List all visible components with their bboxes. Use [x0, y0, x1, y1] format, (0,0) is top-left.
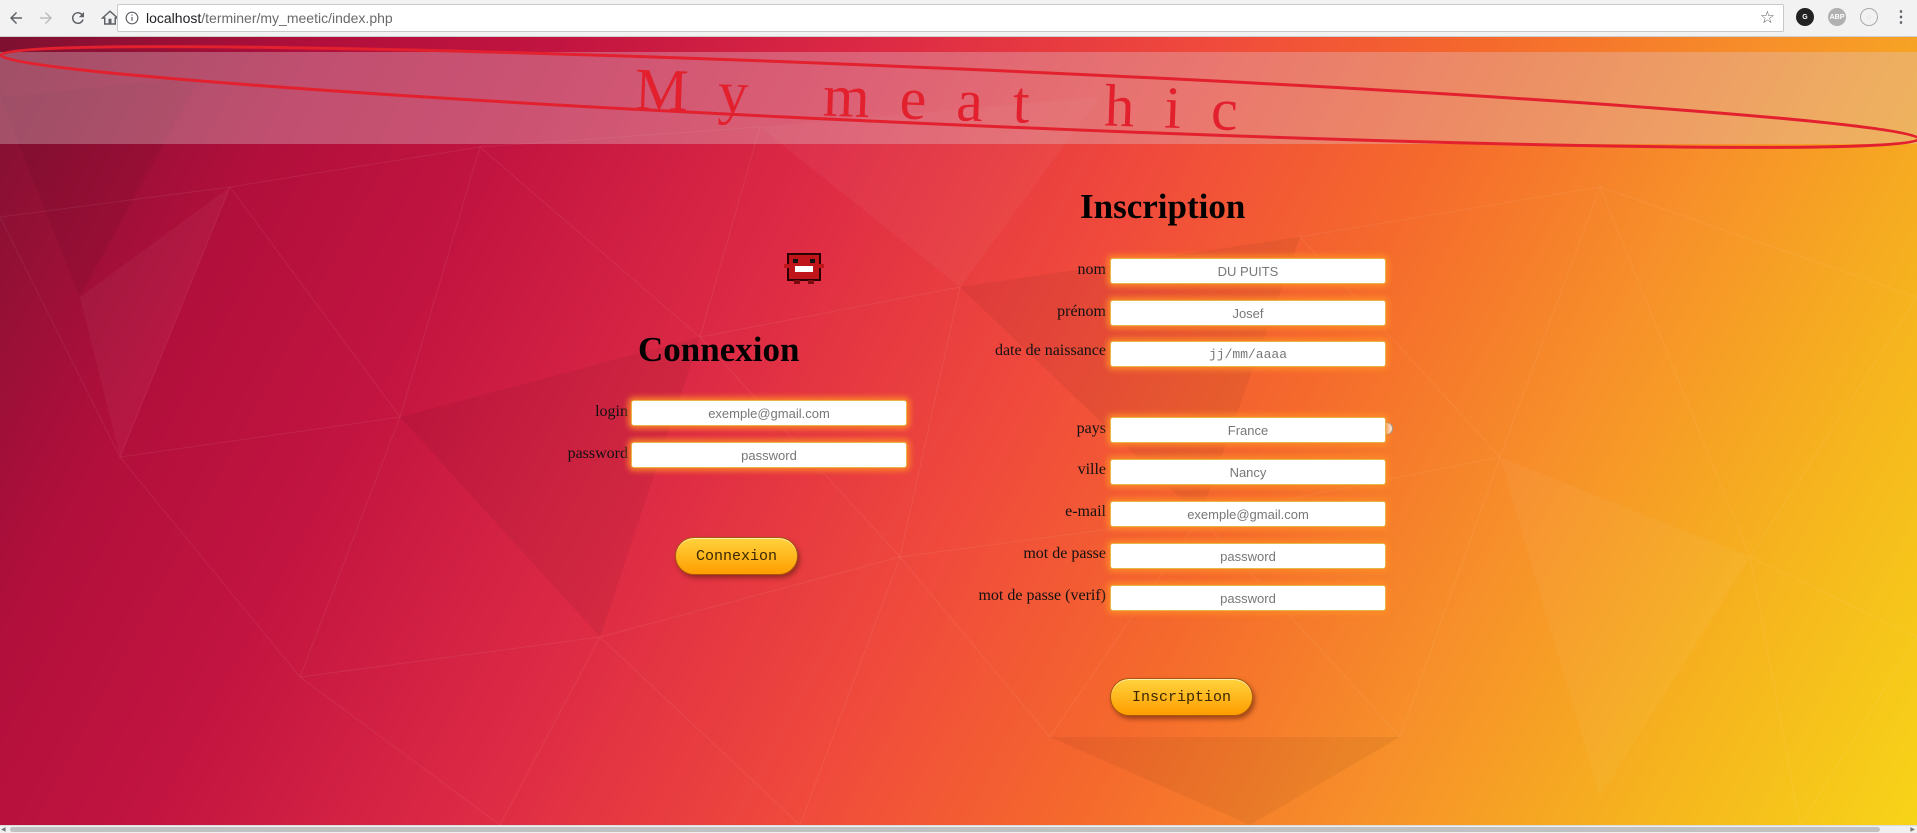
nom-label: nom: [1077, 261, 1106, 278]
url-path: /terminer/my_meetic/index.php: [201, 10, 393, 26]
signup-heading: Inscription: [1080, 187, 1246, 226]
nom-input[interactable]: [1110, 258, 1386, 284]
login-submit-button[interactable]: Connexion: [675, 537, 798, 575]
address-bar[interactable]: localhost/terminer/my_meetic/index.php ☆: [117, 4, 1784, 32]
login-label: login: [595, 403, 628, 420]
email-label: e-mail: [1065, 503, 1106, 520]
mot-de-passe-verif-input[interactable]: [1110, 585, 1386, 611]
back-button[interactable]: [4, 6, 28, 30]
reload-button[interactable]: [66, 6, 90, 30]
reload-icon: [71, 12, 84, 25]
prenom-label: prénom: [1057, 303, 1106, 320]
ville-input[interactable]: [1110, 459, 1386, 485]
info-icon[interactable]: [124, 10, 140, 26]
extension-icons: G ABP ◌ ⋮: [1796, 8, 1910, 26]
star-icon[interactable]: ☆: [1760, 9, 1775, 27]
browser-toolbar: localhost/terminer/my_meetic/index.php ☆…: [0, 0, 1917, 37]
password-label: password: [567, 445, 628, 462]
email-input[interactable]: [1110, 501, 1386, 527]
extension-circle-icon[interactable]: ◌: [1860, 8, 1878, 26]
scroll-right-arrow-icon[interactable]: ▶: [1910, 826, 1915, 833]
login-heading: Connexion: [638, 330, 800, 369]
url-host: localhost: [146, 10, 202, 26]
arrow-right-icon: [40, 12, 52, 24]
birthdate-label: date de naissance: [994, 342, 1106, 359]
forward-button[interactable]: [34, 6, 58, 30]
mot-de-passe-input[interactable]: [1110, 543, 1386, 569]
signup-submit-button[interactable]: Inscription: [1110, 678, 1253, 716]
scroll-left-arrow-icon[interactable]: ◀: [1, 826, 6, 833]
password-input[interactable]: [631, 442, 907, 468]
pays-label: pays: [1076, 420, 1106, 437]
mot-de-passe-label: mot de passe: [1023, 545, 1106, 562]
scrollbar-thumb[interactable]: [10, 827, 1880, 832]
page-background: My meat hic Connexion login password Con…: [0, 37, 1917, 825]
pays-input[interactable]: [1110, 417, 1386, 443]
arrow-left-icon: [10, 12, 22, 24]
horizontal-scrollbar[interactable]: ◀ ▶: [0, 825, 1917, 833]
ville-label: ville: [1077, 461, 1106, 478]
mot-de-passe-verif-label: mot de passe (verif): [978, 587, 1106, 604]
prenom-input[interactable]: [1110, 300, 1386, 326]
login-input[interactable]: [631, 400, 907, 426]
menu-kebab-icon[interactable]: ⋮: [1892, 8, 1910, 26]
birthdate-input[interactable]: [1110, 341, 1386, 367]
abp-icon[interactable]: ABP: [1828, 8, 1846, 26]
ghostery-icon[interactable]: G: [1796, 8, 1814, 26]
meat-boy-icon: [784, 253, 824, 284]
